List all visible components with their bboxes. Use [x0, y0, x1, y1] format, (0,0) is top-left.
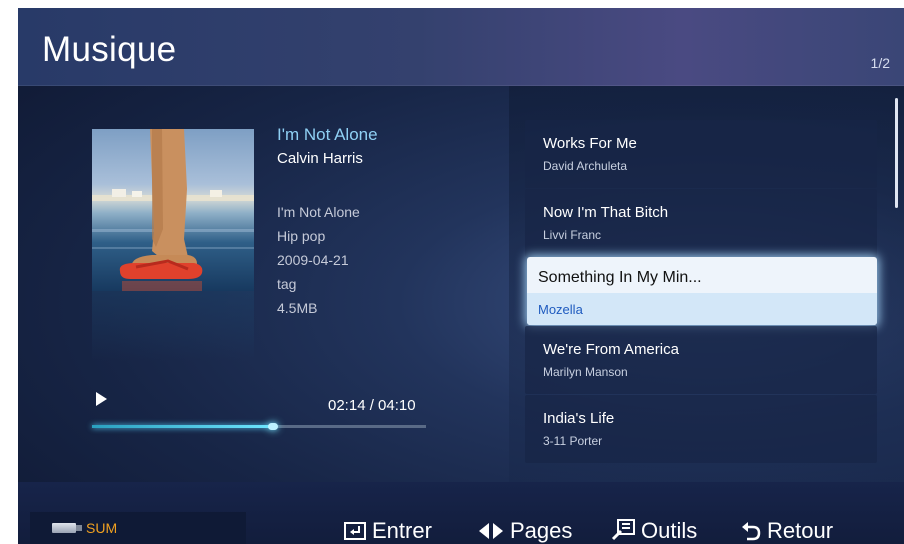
track-title: Now I'm That Bitch: [543, 204, 669, 221]
track-artist: David Archuleta: [543, 159, 628, 173]
return-icon: [742, 522, 761, 541]
play-icon[interactable]: [96, 392, 107, 406]
progress-knob[interactable]: [267, 423, 278, 430]
usb-drive-icon: [52, 523, 82, 533]
hint-pages-label: Pages: [510, 518, 573, 543]
playlist-item[interactable]: We're From America Marilyn Manson: [525, 326, 877, 394]
left-right-arrows-icon: [479, 523, 503, 539]
header-bar: Musique 1/2: [18, 8, 904, 86]
playlist-item-selected[interactable]: Something In My Min... Mozella: [527, 257, 877, 325]
release-date: 2009-04-21: [277, 252, 349, 268]
hint-tools[interactable]: Outils: [611, 518, 697, 544]
track-title: Works For Me: [543, 135, 637, 152]
file-size: 4.5MB: [277, 300, 318, 316]
hint-enter-label: Entrer: [372, 518, 432, 543]
playlist-item[interactable]: Works For Me David Archuleta: [525, 120, 877, 188]
track-artist: Livvi Franc: [543, 228, 602, 242]
now-playing-title: I'm Not Alone: [277, 125, 378, 144]
playlist-scrollbar[interactable]: [895, 98, 898, 208]
playlist-panel: Works For Me David Archuleta Now I'm Tha…: [509, 86, 904, 482]
progress-fill: [92, 425, 276, 428]
hint-return[interactable]: Retour: [741, 518, 833, 544]
album-art-reflection: [92, 291, 254, 361]
track-title: India's Life: [543, 410, 615, 427]
hint-tools-label: Outils: [641, 518, 698, 543]
enter-icon: [344, 522, 366, 540]
track-title: Something In My Min...: [538, 269, 702, 286]
hint-enter[interactable]: Entrer: [344, 518, 432, 544]
device-indicator: SUM: [30, 512, 246, 544]
hint-pages[interactable]: Pages: [478, 518, 572, 544]
bottom-bar: SUM Entrer Pages Outils Retour: [18, 482, 904, 544]
track-artist: Mozella: [538, 302, 583, 317]
device-label: SUM: [86, 520, 118, 536]
tools-icon: [611, 519, 635, 541]
album-name: I'm Not Alone: [277, 204, 360, 220]
genre: Hip pop: [277, 228, 326, 244]
page-indicator: 1/2: [870, 55, 890, 71]
tag: tag: [277, 276, 297, 292]
album-art: [92, 129, 254, 291]
track-artist: Marilyn Manson: [543, 365, 628, 379]
playback-time: 02:14 / 04:10: [328, 397, 416, 414]
page-title: Musique: [42, 30, 177, 69]
track-artist: 3-11 Porter: [543, 434, 603, 448]
hint-return-label: Retour: [767, 518, 834, 543]
music-player-screen: Musique 1/2 I'm Not Alone Calvin Harris …: [18, 8, 904, 544]
playlist-item[interactable]: India's Life 3-11 Porter: [525, 395, 877, 463]
now-playing-artist: Calvin Harris: [277, 150, 363, 167]
progress-bar[interactable]: [92, 423, 426, 430]
playlist-item[interactable]: Now I'm That Bitch Livvi Franc: [525, 189, 877, 257]
track-title: We're From America: [543, 341, 679, 358]
